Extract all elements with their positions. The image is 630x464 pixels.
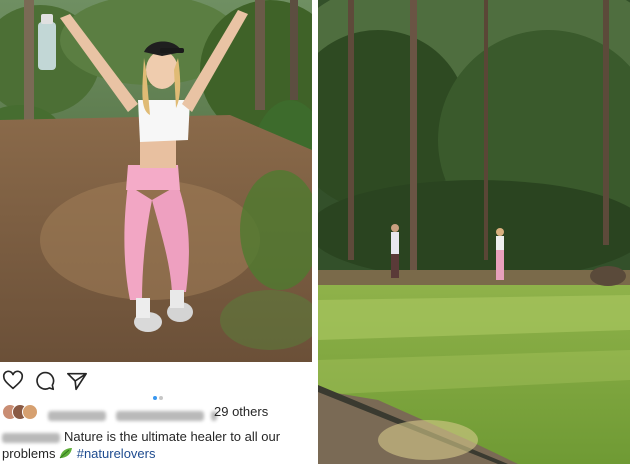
heart-icon[interactable] bbox=[2, 370, 24, 392]
likes-count[interactable]: 29 others bbox=[214, 404, 268, 419]
caption-username-redacted[interactable] bbox=[2, 432, 60, 443]
liker-avatars bbox=[2, 404, 42, 420]
posed-photo bbox=[0, 0, 312, 362]
photographer-figure bbox=[391, 224, 399, 278]
reality-photo-image bbox=[318, 0, 630, 464]
carousel-dot-active bbox=[153, 396, 157, 400]
likes-summary: 29 others bbox=[2, 404, 312, 422]
avatar bbox=[22, 404, 38, 420]
post-footer: 29 others Nature is the ultimate healer … bbox=[0, 362, 312, 464]
post-action-bar bbox=[2, 370, 310, 400]
post-caption: Nature is the ultimate healer to all our… bbox=[2, 428, 310, 462]
leaf-emoji-icon bbox=[59, 448, 73, 459]
carousel-indicator bbox=[152, 387, 164, 405]
caption-hashtag[interactable]: #naturelovers bbox=[77, 446, 156, 461]
likes-usernames-redacted bbox=[48, 407, 218, 422]
reality-photo bbox=[318, 0, 630, 464]
posed-photo-image bbox=[0, 0, 312, 362]
share-icon[interactable] bbox=[66, 370, 88, 392]
comment-icon[interactable] bbox=[34, 370, 56, 392]
carousel-dot bbox=[159, 396, 163, 400]
